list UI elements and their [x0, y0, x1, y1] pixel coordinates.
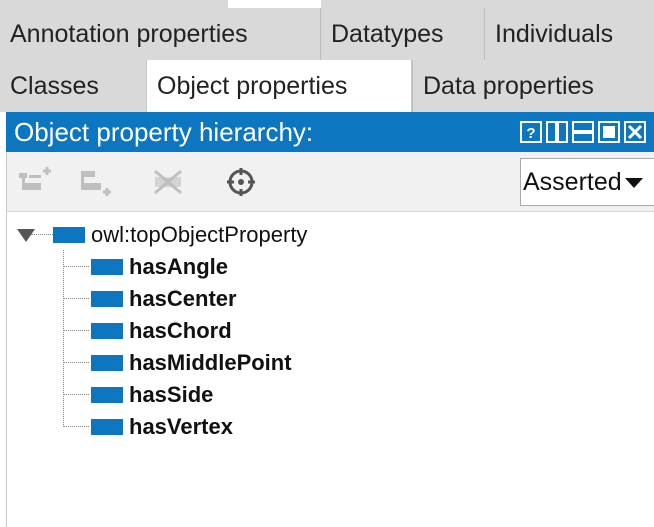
tab-label: Data properties — [423, 72, 594, 100]
object-property-icon — [91, 419, 123, 435]
tree-connector — [63, 298, 89, 299]
tree-node-label: hasAngle — [129, 254, 229, 279]
object-property-icon — [91, 387, 123, 403]
object-property-icon — [91, 355, 123, 371]
tab-row-top: Annotation properties Datatypes Individu… — [0, 8, 654, 60]
tree-node-label: hasVertex — [129, 414, 233, 439]
tree-connector-vertical — [63, 250, 64, 427]
view-title-bar: Object property hierarchy: ? — [6, 112, 654, 152]
hierarchy-mode-value: Asserted — [523, 168, 622, 196]
split-icon[interactable] — [546, 121, 568, 143]
tab-label: Object properties — [157, 72, 348, 100]
tree-node-label: hasCenter — [129, 286, 237, 311]
property-tree: owl:topObjectProperty hasAngle hasCenter… — [7, 214, 654, 527]
tab-label: Datatypes — [331, 20, 444, 48]
tab-label: Individuals — [495, 20, 614, 48]
minimize-icon[interactable] — [572, 121, 594, 143]
hierarchy-mode-select[interactable]: Asserted — [520, 158, 654, 206]
tree-node-property[interactable]: hasChord — [91, 316, 232, 346]
maximize-icon[interactable] — [598, 121, 620, 143]
object-property-icon — [91, 259, 123, 275]
tab-individuals[interactable]: Individuals — [484, 8, 654, 60]
svg-text:?: ? — [526, 125, 535, 141]
tab-data-properties[interactable]: Data properties — [412, 60, 654, 112]
add-sub-property-icon[interactable] — [15, 164, 55, 200]
tab-annotation-properties[interactable]: Annotation properties — [0, 8, 320, 60]
tree-node-property[interactable]: hasVertex — [91, 412, 233, 442]
object-property-icon — [91, 323, 123, 339]
tree-connector — [63, 426, 89, 427]
tab-object-properties[interactable]: Object properties — [146, 60, 412, 112]
delete-property-icon[interactable] — [149, 164, 189, 200]
tree-connector — [63, 266, 89, 267]
tree-node-label: hasChord — [129, 318, 232, 343]
target-icon[interactable] — [221, 164, 261, 200]
view-title-buttons: ? — [520, 121, 646, 143]
object-property-icon — [53, 227, 85, 243]
tree-node-root[interactable]: owl:topObjectProperty — [15, 220, 307, 250]
tree-node-label: owl:topObjectProperty — [91, 222, 308, 247]
help-icon[interactable]: ? — [520, 121, 542, 143]
object-property-icon — [91, 291, 123, 307]
tree-node-label: hasSide — [129, 382, 214, 407]
chevron-down-icon — [625, 178, 643, 188]
view-title: Object property hierarchy: — [14, 117, 314, 147]
add-sibling-property-icon[interactable] — [77, 164, 117, 200]
tab-label: Annotation properties — [10, 20, 248, 48]
tree-connector — [63, 362, 89, 363]
tree-node-property[interactable]: hasSide — [91, 380, 213, 410]
tab-label: Classes — [10, 72, 99, 100]
tree-node-property[interactable]: hasCenter — [91, 284, 237, 314]
tree-connector — [63, 394, 89, 395]
tab-classes[interactable]: Classes — [0, 60, 146, 112]
window-top-strip — [0, 0, 654, 8]
expand-triangle-icon[interactable] — [15, 226, 37, 244]
tree-node-property[interactable]: hasAngle — [91, 252, 228, 282]
tree-connector — [63, 330, 89, 331]
close-icon[interactable] — [624, 121, 646, 143]
tree-node-property[interactable]: hasMiddlePoint — [91, 348, 292, 378]
object-property-view: Annotation properties Datatypes Individu… — [0, 0, 654, 527]
tree-node-label: hasMiddlePoint — [129, 350, 292, 375]
tab-datatypes[interactable]: Datatypes — [320, 8, 484, 60]
tab-row-bottom: Classes Object properties Data propertie… — [0, 60, 654, 112]
window-top-gap — [228, 0, 321, 8]
